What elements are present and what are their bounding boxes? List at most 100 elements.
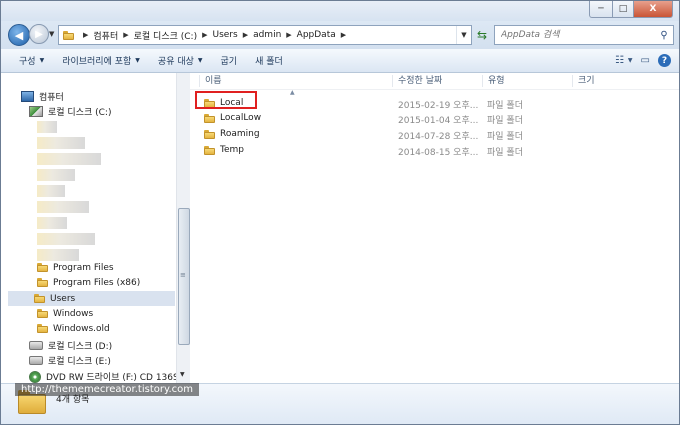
blurred-item	[37, 233, 95, 245]
chevron-right-icon[interactable]: ▶	[286, 31, 291, 39]
chevron-right-icon[interactable]: ▶	[123, 31, 128, 39]
file-type: 파일 폴더	[487, 148, 523, 158]
file-name[interactable]: LocalLow	[204, 113, 261, 123]
system-drive-icon	[29, 106, 43, 117]
grip-icon: ≡	[180, 271, 186, 279]
scroll-down-icon[interactable]: ▼	[180, 371, 185, 378]
sidebar-item-label: DVD RW 드라이브 (F:) CD 136S	[46, 373, 176, 383]
column-header-type[interactable]: 유형	[482, 75, 566, 87]
breadcrumb-local-disk-c[interactable]: 로컬 디스크 (C:)	[134, 29, 197, 42]
sidebar-item-computer[interactable]: 컴퓨터	[21, 89, 64, 104]
sidebar-item-windows-old[interactable]: Windows.old	[37, 321, 110, 336]
chevron-down-icon: ▼	[135, 57, 140, 64]
help-icon: ?	[658, 54, 671, 67]
sidebar-item-dvd-drive[interactable]: DVD RW 드라이브 (F:) CD 136S	[29, 369, 176, 383]
folder-icon	[204, 145, 215, 155]
sidebar-item-label: Users	[50, 293, 76, 304]
back-button[interactable]: ◀	[8, 24, 30, 46]
blurred-item	[37, 137, 85, 149]
change-view-button[interactable]: ☷ ▼	[615, 55, 633, 66]
file-type: 파일 폴더	[487, 101, 523, 111]
table-row[interactable]: Local 2015-02-19 오후... 파일 폴더	[190, 96, 679, 111]
sidebar-item-local-disk-e[interactable]: 로컬 디스크 (E:)	[29, 353, 111, 368]
forward-button[interactable]: ▶	[29, 24, 49, 44]
minimize-button[interactable]: ─	[589, 1, 613, 18]
preview-pane-icon: ▭	[640, 55, 650, 66]
file-name-label: Temp	[220, 145, 244, 155]
sidebar-item-label: Program Files (x86)	[53, 277, 141, 288]
blurred-item	[37, 217, 67, 229]
folder-icon	[204, 129, 215, 139]
search-input[interactable]	[495, 29, 655, 41]
window-controls: ─ □ X	[589, 1, 673, 18]
file-modified: 2015-02-19 오후...	[398, 101, 479, 111]
sidebar-item-local-disk-c[interactable]: 로컬 디스크 (C:)	[29, 104, 111, 119]
folder-icon	[37, 278, 48, 287]
chevron-down-icon: ▼	[39, 57, 45, 64]
view-list-icon: ☷	[614, 55, 624, 66]
preview-pane-button[interactable]: ▭	[641, 55, 650, 66]
file-modified: 2014-08-15 오후...	[398, 148, 479, 158]
breadcrumb-admin[interactable]: admin	[253, 30, 281, 40]
column-header-size[interactable]: 크기	[572, 75, 658, 87]
organize-button[interactable]: 구성 ▼	[1, 49, 53, 72]
refresh-icon: ⇆	[476, 28, 488, 42]
breadcrumb-users[interactable]: Users	[212, 30, 237, 40]
file-name[interactable]: Temp	[204, 145, 244, 155]
burn-label: 굽기	[220, 57, 238, 67]
column-header-name[interactable]: 이름	[199, 75, 395, 87]
include-in-library-button[interactable]: 라이브러리에 포함 ▼	[53, 49, 149, 72]
close-button[interactable]: X	[634, 1, 673, 18]
folder-icon	[37, 309, 48, 318]
column-header-modified[interactable]: 수정한 날짜	[392, 75, 480, 87]
chevron-right-icon[interactable]: ▶	[341, 31, 346, 39]
include-library-label: 라이브러리에 포함	[62, 57, 132, 67]
search-box: ⚲	[494, 25, 674, 45]
table-row[interactable]: Temp 2014-08-15 오후... 파일 폴더	[190, 143, 679, 158]
burn-button[interactable]: 굽기	[212, 49, 247, 72]
share-with-button[interactable]: 공유 대상 ▼	[149, 49, 212, 72]
address-history-dropdown[interactable]: ▼	[456, 26, 471, 44]
file-modified: 2015-01-04 오후...	[398, 116, 479, 126]
sidebar-item-label: 컴퓨터	[39, 93, 64, 103]
blurred-item	[37, 185, 65, 197]
search-icon[interactable]: ⚲	[655, 30, 673, 41]
file-type: 파일 폴더	[487, 132, 523, 142]
sidebar-item-program-files-x86[interactable]: Program Files (x86)	[37, 275, 140, 290]
blurred-item	[37, 169, 75, 181]
sidebar-item-users[interactable]: Users	[8, 291, 175, 306]
file-list: 이름 수정한 날짜 유형 크기 ▲ Local 2015-02-19 오후...…	[190, 73, 679, 383]
highlight-box	[195, 91, 257, 109]
refresh-button[interactable]: ⇆	[472, 25, 492, 45]
new-folder-button[interactable]: 새 폴더	[246, 49, 292, 72]
navigation-scrollbar[interactable]: ≡ ▼	[176, 73, 190, 383]
chevron-right-icon[interactable]: ▶	[202, 31, 207, 39]
file-name-label: Roaming	[220, 129, 260, 139]
column-header-row: 이름 수정한 날짜 유형 크기	[190, 73, 679, 90]
table-row[interactable]: LocalLow 2015-01-04 오후... 파일 폴더	[190, 111, 679, 126]
folder-icon	[37, 263, 48, 272]
chevron-right-icon[interactable]: ▶	[83, 31, 88, 39]
recent-pages-dropdown[interactable]: ▼	[49, 30, 54, 38]
explorer-window: ─ □ X ◀ ▶ ▼ ▶ 컴퓨터 ▶ 로컬 디스크 (C:) ▶ Users …	[0, 0, 680, 425]
sidebar-item-local-disk-d[interactable]: 로컬 디스크 (D:)	[29, 338, 112, 353]
folder-icon	[37, 324, 48, 333]
help-button[interactable]: ?	[658, 54, 671, 67]
maximize-button[interactable]: □	[613, 1, 634, 18]
arrow-left-icon: ◀	[14, 28, 24, 42]
sidebar-item-label: 로컬 디스크 (C:)	[48, 108, 112, 118]
address-bar[interactable]: ▶ 컴퓨터 ▶ 로컬 디스크 (C:) ▶ Users ▶ admin ▶ Ap…	[58, 25, 472, 45]
blurred-item	[37, 121, 57, 133]
table-row[interactable]: Roaming 2014-07-28 오후... 파일 폴더	[190, 127, 679, 142]
breadcrumb-computer[interactable]: 컴퓨터	[93, 29, 118, 42]
sidebar-item-label: Windows.old	[53, 323, 110, 334]
chevron-right-icon[interactable]: ▶	[243, 31, 248, 39]
dvd-icon	[29, 370, 41, 383]
sidebar-item-windows[interactable]: Windows	[37, 306, 93, 321]
breadcrumb: ▶ 컴퓨터 ▶ 로컬 디스크 (C:) ▶ Users ▶ admin ▶ Ap…	[78, 29, 456, 42]
folder-icon	[34, 294, 45, 303]
file-name[interactable]: Roaming	[204, 129, 260, 139]
address-row: ◀ ▶ ▼ ▶ 컴퓨터 ▶ 로컬 디스크 (C:) ▶ Users ▶ admi…	[1, 21, 679, 49]
breadcrumb-appdata[interactable]: AppData	[297, 30, 336, 40]
sidebar-item-program-files[interactable]: Program Files	[37, 260, 114, 275]
